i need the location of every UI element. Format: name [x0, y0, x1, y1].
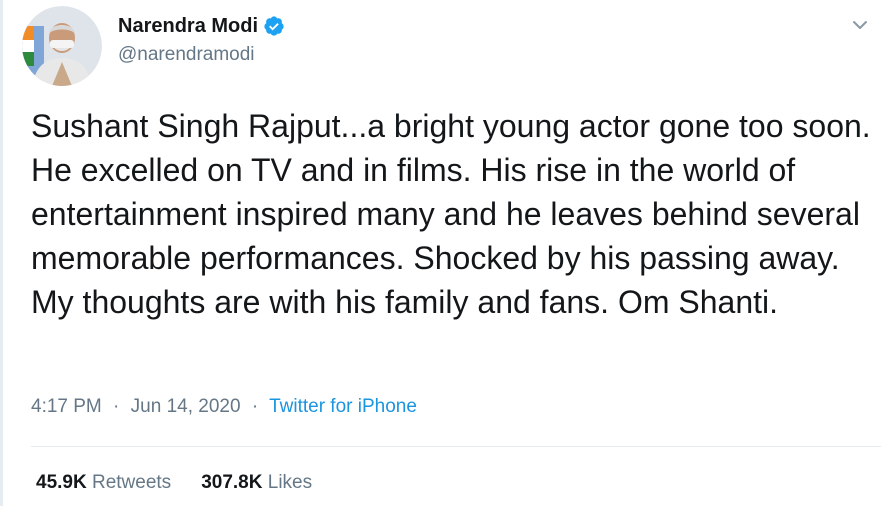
tweet-meta: 4:17 PM · Jun 14, 2020 · Twitter for iPh… [31, 396, 417, 418]
retweets-label: Retweets [91, 472, 172, 493]
avatar-image [22, 6, 102, 86]
meta-separator: · [251, 396, 259, 417]
author-name-row[interactable]: Narendra Modi [118, 12, 285, 40]
likes-stat[interactable]: 307.8K Likes [201, 472, 312, 494]
likes-label: Likes [267, 472, 313, 493]
chevron-down-icon[interactable] [849, 14, 871, 36]
avatar[interactable] [22, 6, 102, 86]
retweets-count: 45.9K [36, 472, 87, 493]
meta-separator: · [113, 396, 120, 417]
tweet-stats: 45.9K Retweets 307.8K Likes [36, 472, 342, 494]
tweet-text: Sushant Singh Rajput...a bright young ac… [31, 108, 871, 320]
divider [31, 446, 881, 447]
retweets-stat[interactable]: 45.9K Retweets [36, 472, 171, 494]
tweet-date[interactable]: Jun 14, 2020 [131, 396, 241, 417]
author-display-name[interactable]: Narendra Modi [118, 15, 258, 38]
verified-badge-icon [263, 15, 285, 37]
scrollbar-edge [0, 0, 3, 506]
likes-count: 307.8K [201, 472, 263, 493]
author-handle[interactable]: @narendramodi [118, 44, 255, 66]
tweet-source-link[interactable]: Twitter for iPhone [269, 396, 417, 417]
tweet-time[interactable]: 4:17 PM [31, 396, 102, 417]
